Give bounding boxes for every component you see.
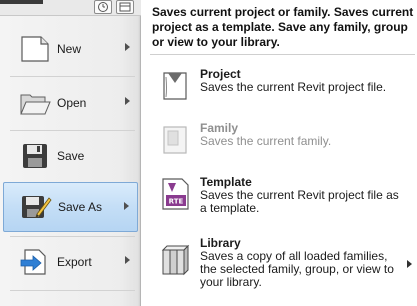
chevron-right-icon — [124, 202, 129, 210]
menu-item-label: Save — [57, 149, 85, 163]
menu-item-label: Open — [57, 96, 87, 110]
chevron-right-icon — [407, 260, 412, 268]
folder-open-icon — [15, 83, 55, 123]
menu-item-open[interactable]: Open — [3, 78, 138, 128]
menu-item-label: New — [57, 42, 82, 56]
floppy-disk-icon — [15, 136, 55, 176]
menu-item-save-as[interactable]: Save As — [3, 182, 138, 232]
save-as-submenu: Saves current project or family. Saves c… — [142, 0, 417, 306]
header-divider — [150, 54, 415, 55]
submenu-item-description: Saves a copy of all loaded families, the… — [200, 249, 394, 289]
library-books-icon — [161, 244, 190, 276]
chevron-right-icon — [125, 43, 130, 51]
menu-item-label: Export — [57, 255, 92, 269]
menu-item-label: Save As — [58, 200, 103, 214]
svg-text:RTE: RTE — [169, 198, 184, 206]
menu-item-new[interactable]: New — [3, 24, 138, 74]
menu-top-bar — [0, 0, 43, 4]
recent-documents-icon — [98, 2, 108, 12]
new-document-icon — [15, 29, 55, 69]
submenu-item-description: Saves the current family. — [200, 134, 332, 148]
recent-documents-button[interactable] — [94, 0, 112, 14]
submenu-item-title: Library — [200, 236, 241, 250]
submenu-item-project[interactable]: Project Saves the current Revit project … — [150, 67, 414, 117]
menu-top-strip — [0, 0, 141, 16]
menu-item-save[interactable]: Save — [3, 131, 138, 181]
export-icon — [15, 242, 55, 282]
submenu-item-description: Saves the current Revit project file as … — [200, 188, 399, 215]
menu-divider — [10, 76, 135, 77]
menu-divider — [10, 290, 135, 291]
submenu-header: Saves current project or family. Saves c… — [152, 5, 414, 49]
open-documents-icon — [119, 2, 131, 12]
submenu-item-description: Saves the current Revit project file. — [200, 80, 387, 94]
submenu-item-family: Family Saves the current family. — [150, 121, 414, 171]
application-menu: New Open Save Save As Export — [0, 0, 141, 306]
menu-item-export[interactable]: Export — [3, 237, 138, 287]
rte-template-icon: RTE — [162, 178, 189, 210]
submenu-item-title: Family — [200, 121, 239, 135]
chevron-right-icon — [125, 256, 130, 264]
project-icon — [163, 72, 187, 100]
family-icon — [163, 126, 187, 154]
submenu-item-library[interactable]: Library Saves a copy of all loaded famil… — [150, 236, 414, 292]
submenu-item-title: Template — [200, 175, 252, 189]
submenu-item-title: Project — [200, 67, 241, 81]
save-as-icon — [16, 187, 56, 227]
chevron-right-icon — [125, 97, 130, 105]
open-documents-button[interactable] — [116, 0, 134, 14]
submenu-item-template[interactable]: RTE Template Saves the current Revit pro… — [150, 175, 414, 225]
